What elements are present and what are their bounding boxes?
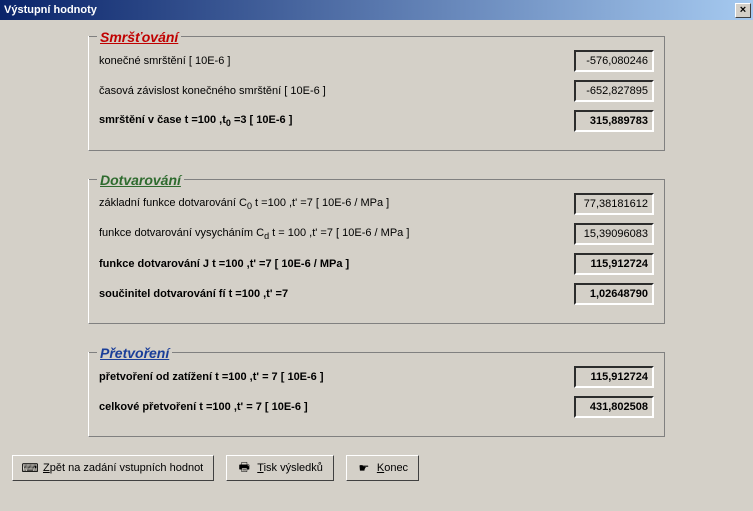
- label-casova-zavislost: časová závislost konečného smrštění [ 10…: [99, 85, 574, 97]
- row-soucinitel: součinitel dotvarování fí t =100 ,t' =7 …: [99, 283, 654, 305]
- label-soucinitel: součinitel dotvarování fí t =100 ,t' =7: [99, 288, 574, 300]
- value-celkove-pretvoreni: 431,802508: [574, 396, 654, 418]
- row-konecne-smrsteni: konečné smrštění [ 10E-6 ] -576,080246: [99, 50, 654, 72]
- window-title: Výstupní hodnoty: [4, 4, 97, 16]
- label-funkce-j: funkce dotvarování J t =100 ,t' =7 [ 10E…: [99, 258, 574, 270]
- group-dotvarovani: Dotvarování základní funkce dotvarování …: [88, 179, 665, 324]
- print-button-label: isk výsledků: [264, 462, 323, 474]
- value-smrsteni-v-case: 315,889783: [574, 110, 654, 132]
- label-konecne-smrsteni: konečné smrštění [ 10E-6 ]: [99, 55, 574, 67]
- legend-pretvoreni: Přetvoření: [100, 345, 169, 361]
- row-funkce-vysychanim: funkce dotvarování vysycháním Cd t = 100…: [99, 223, 654, 245]
- value-zakladni-funkce: 77,38181612: [574, 193, 654, 215]
- row-casova-zavislost: časová závislost konečného smrštění [ 10…: [99, 80, 654, 102]
- value-funkce-vysychanim: 15,39096083: [574, 223, 654, 245]
- row-smrsteni-v-case: smrštění v čase t =100 ,t0 =3 [ 10E-6 ] …: [99, 110, 654, 132]
- titlebar: Výstupní hodnoty ×: [0, 0, 753, 20]
- end-button-label: onec: [384, 462, 408, 474]
- label-zakladni-funkce: základní funkce dotvarování C0 t =100 ,t…: [99, 197, 574, 211]
- client-area: Smršťování konečné smrštění [ 10E-6 ] -5…: [0, 20, 753, 491]
- value-pretvoreni-od-zatizeni: 115,912724: [574, 366, 654, 388]
- row-celkove-pretvoreni: celkové přetvoření t =100 ,t' = 7 [ 10E-…: [99, 396, 654, 418]
- row-pretvoreni-od-zatizeni: přetvoření od zatížení t =100 ,t' = 7 [ …: [99, 366, 654, 388]
- exit-icon: ☛: [357, 461, 371, 475]
- button-bar: ⌨ Zpět na zadání vstupních hodnot 🖶 Tisk…: [8, 449, 745, 487]
- label-pretvoreni-od-zatizeni: přetvoření od zatížení t =100 ,t' = 7 [ …: [99, 371, 574, 383]
- print-button[interactable]: 🖶 Tisk výsledků: [226, 455, 334, 481]
- printer-icon: 🖶: [237, 461, 251, 475]
- row-funkce-j: funkce dotvarování J t =100 ,t' =7 [ 10E…: [99, 253, 654, 275]
- group-pretvoreni: Přetvoření přetvoření od zatížení t =100…: [88, 352, 665, 437]
- row-zakladni-funkce: základní funkce dotvarování C0 t =100 ,t…: [99, 193, 654, 215]
- back-button-label: pět na zadání vstupních hodnot: [50, 462, 204, 474]
- label-smrsteni-v-case: smrštění v čase t =100 ,t0 =3 [ 10E-6 ]: [99, 114, 574, 128]
- legend-dotvarovani: Dotvarování: [100, 172, 181, 188]
- back-button[interactable]: ⌨ Zpět na zadání vstupních hodnot: [12, 455, 214, 481]
- back-icon: ⌨: [23, 461, 37, 475]
- group-smrstovani: Smršťování konečné smrštění [ 10E-6 ] -5…: [88, 36, 665, 151]
- label-funkce-vysychanim: funkce dotvarování vysycháním Cd t = 100…: [99, 227, 574, 241]
- value-casova-zavislost: -652,827895: [574, 80, 654, 102]
- end-button[interactable]: ☛ Konec: [346, 455, 419, 481]
- legend-smrstovani: Smršťování: [100, 29, 178, 45]
- close-icon[interactable]: ×: [735, 3, 751, 18]
- value-funkce-j: 115,912724: [574, 253, 654, 275]
- value-soucinitel: 1,02648790: [574, 283, 654, 305]
- value-konecne-smrsteni: -576,080246: [574, 50, 654, 72]
- label-celkove-pretvoreni: celkové přetvoření t =100 ,t' = 7 [ 10E-…: [99, 401, 574, 413]
